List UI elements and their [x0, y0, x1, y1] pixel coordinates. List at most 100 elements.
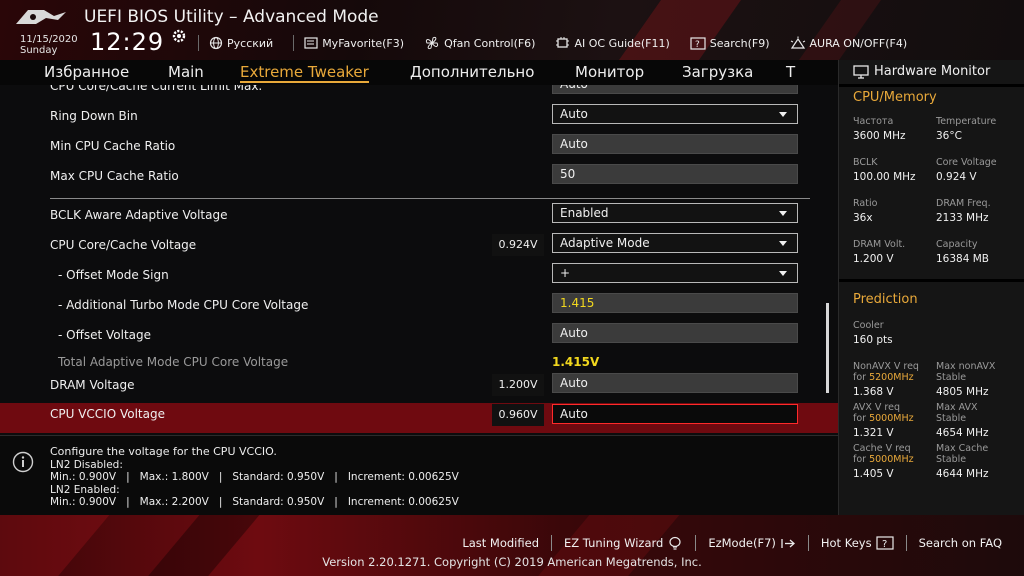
setting-label: BCLK Aware Adaptive Voltage: [50, 208, 228, 222]
setting-row-max-cpu-cache-ratio[interactable]: Max CPU Cache Ratio 50: [0, 162, 838, 192]
settings-scrollbar[interactable]: [826, 303, 829, 393]
title-bar: UEFI BIOS Utility – Advanced Mode 11/15/…: [0, 0, 1024, 60]
hw-label-cooler: Cooler: [853, 320, 884, 331]
hardware-monitor-label: Hardware Monitor: [874, 64, 991, 79]
setting-label: CPU VCCIO Voltage: [50, 407, 165, 421]
avx-req-for: for 5000MHz: [853, 413, 914, 424]
ez-tuning-wizard-label: EZ Tuning Wizard: [564, 536, 664, 550]
hw-label-ratio: Ratio: [853, 198, 878, 209]
version-text: Version 2.20.1271. Copyright (C) 2019 Am…: [322, 555, 702, 569]
hw-label-frequency: Частота: [853, 116, 894, 127]
avx-freq: 5000MHz: [869, 413, 914, 424]
setting-row-offset-voltage[interactable]: - Offset Voltage Auto: [0, 321, 838, 351]
setting-row-dram-voltage[interactable]: DRAM Voltage 1.200V Auto: [0, 371, 838, 401]
setting-value-field[interactable]: Auto: [552, 85, 798, 94]
hw-label-bclk: BCLK: [853, 157, 878, 168]
chevron-down-icon: [779, 241, 787, 246]
for-text: for: [853, 413, 870, 424]
aura-label: AURA ON/OFF(F4): [809, 36, 908, 50]
hw-value-cooler: 160 pts: [853, 334, 893, 346]
cpu-core-cache-voltage-dropdown[interactable]: Adaptive Mode: [552, 233, 798, 253]
chevron-down-icon: [779, 211, 787, 216]
ring-down-bin-dropdown[interactable]: Auto: [552, 104, 798, 124]
tab-advanced[interactable]: Дополнительно: [410, 63, 534, 81]
cache-freq: 5000MHz: [869, 454, 914, 465]
tab-favorites[interactable]: Избранное: [44, 63, 129, 81]
setting-row-offset-mode-sign[interactable]: - Offset Mode Sign +: [0, 261, 838, 291]
hw-label-dram-freq: DRAM Freq.: [936, 198, 991, 209]
clock[interactable]: 12:29: [90, 28, 164, 56]
setting-row-ring-down-bin[interactable]: Ring Down Bin Auto: [0, 102, 838, 132]
cpu-vccio-voltage-field[interactable]: Auto: [552, 404, 798, 424]
total-adaptive-voltage-value: 1.415V: [552, 355, 600, 369]
help-line: Min.: 0.900V | Max.: 1.800V | Standard: …: [50, 471, 459, 484]
dropdown-value: Adaptive Mode: [560, 236, 650, 250]
gear-icon[interactable]: [171, 28, 187, 44]
additional-turbo-voltage-field[interactable]: 1.415: [552, 293, 798, 313]
setting-row-additional-turbo-voltage[interactable]: - Additional Turbo Mode CPU Core Voltage…: [0, 291, 838, 321]
nonavx-req-for: for 5200MHz: [853, 372, 919, 383]
language-button[interactable]: Русский: [209, 36, 273, 50]
aura-toggle-button[interactable]: AURA ON/OFF(F4): [790, 36, 908, 50]
tab-monitor[interactable]: Монитор: [575, 63, 644, 81]
dropdown-value: +: [560, 266, 571, 280]
max-avx-stable: Stable: [936, 413, 967, 424]
help-line: Min.: 0.900V | Max.: 2.200V | Standard: …: [50, 496, 459, 509]
setting-row-cpu-vccio-voltage[interactable]: CPU VCCIO Voltage 0.960V Auto: [0, 403, 838, 433]
dropdown-value: Auto: [560, 107, 588, 121]
lightbulb-icon: [669, 536, 681, 550]
max-nonavx-label: Max nonAVX: [936, 361, 996, 372]
offset-mode-sign-dropdown[interactable]: +: [552, 263, 798, 283]
myfavorite-button[interactable]: MyFavorite(F3): [304, 37, 404, 50]
aura-icon: [790, 36, 805, 49]
setting-row-cpu-core-cache-voltage[interactable]: CPU Core/Cache Voltage 0.924V Adaptive M…: [0, 231, 838, 261]
hardware-monitor-panel: Hardware Monitor CPU/Memory Частота 3600…: [838, 60, 1024, 515]
hw-label-max-cache: Max Cache Stable: [936, 443, 988, 465]
myfavorite-icon: [304, 37, 318, 49]
hw-label-cache-req: Cache V req for 5000MHz: [853, 443, 914, 465]
hot-keys-label: Hot Keys: [820, 536, 872, 550]
search-button[interactable]: ? Search(F9): [690, 37, 770, 50]
qfan-control-button[interactable]: Qfan Control(F6): [424, 36, 535, 50]
tab-tool[interactable]: Т: [786, 63, 795, 81]
hw-value-frequency: 3600 MHz: [853, 130, 906, 142]
toolbar: Русский MyFavorite(F3) Qfan Control(F6): [198, 34, 927, 52]
ai-oc-guide-button[interactable]: AI OC Guide(F11): [555, 36, 670, 50]
setting-label: Total Adaptive Mode CPU Core Voltage: [58, 355, 289, 369]
min-cpu-cache-ratio-field[interactable]: Auto: [552, 134, 798, 154]
setting-row-min-cpu-cache-ratio[interactable]: Min CPU Cache Ratio Auto: [0, 132, 838, 162]
ez-mode-label: EzMode(F7): [708, 536, 776, 550]
hw-value-dram-freq: 2133 MHz: [936, 212, 989, 224]
tab-boot[interactable]: Загрузка: [682, 63, 753, 81]
chevron-down-icon: [779, 271, 787, 276]
tab-main[interactable]: Main: [168, 63, 204, 81]
max-cpu-cache-ratio-field[interactable]: 50: [552, 164, 798, 184]
hot-keys-button[interactable]: Hot Keys ?: [809, 536, 906, 550]
rog-logo-icon: [16, 10, 66, 24]
help-panel: Configure the voltage for the CPU VCCIO.…: [0, 435, 838, 515]
setting-row-current-limit-max[interactable]: CPU Core/Cache Current Limit Max. Auto: [0, 85, 838, 102]
search-on-faq-button[interactable]: Search on FAQ: [907, 536, 1014, 550]
cpu-memory-heading: CPU/Memory: [853, 90, 937, 105]
hw-value-max-nonavx: 4805 MHz: [936, 386, 989, 398]
question-key-icon: ?: [875, 536, 894, 550]
section-divider: [50, 198, 810, 199]
offset-voltage-field[interactable]: Auto: [552, 323, 798, 343]
svg-text:?: ?: [882, 539, 887, 550]
tab-extreme-tweaker[interactable]: Extreme Tweaker: [240, 63, 369, 83]
nonavx-freq: 5200MHz: [869, 372, 914, 383]
globe-icon: [209, 36, 223, 50]
bclk-aware-adaptive-voltage-dropdown[interactable]: Enabled: [552, 203, 798, 223]
hw-value-capacity: 16384 MB: [936, 253, 990, 265]
last-modified-button[interactable]: Last Modified: [450, 536, 551, 550]
setting-row-bclk-aware-adaptive-voltage[interactable]: BCLK Aware Adaptive Voltage Enabled: [0, 201, 838, 231]
toolbar-separator: [198, 35, 199, 51]
date-text: 11/15/2020: [20, 34, 78, 45]
dram-voltage-field[interactable]: Auto: [552, 373, 798, 393]
ez-mode-button[interactable]: EzMode(F7): [696, 536, 808, 550]
qfan-control-label: Qfan Control(F6): [444, 36, 536, 50]
search-icon: ?: [690, 36, 706, 50]
hw-value-dram-volt: 1.200 V: [853, 253, 894, 265]
setting-label: CPU Core/Cache Voltage: [50, 238, 197, 252]
ez-tuning-wizard-button[interactable]: EZ Tuning Wizard: [552, 536, 695, 551]
